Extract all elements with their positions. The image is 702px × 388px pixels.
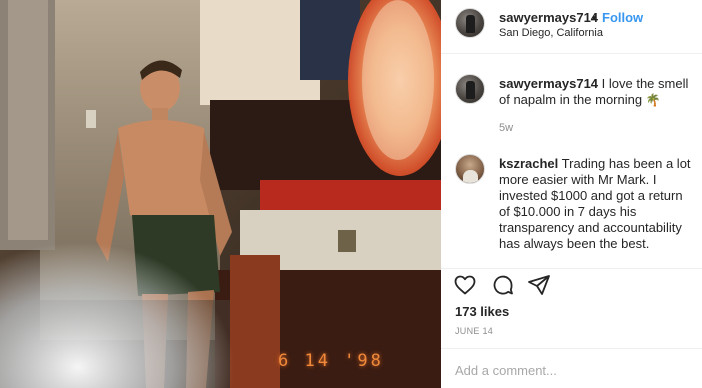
- share-icon[interactable]: [527, 273, 551, 297]
- author-username[interactable]: sawyermays714: [499, 10, 598, 25]
- palm-tree-emoji: 🌴: [645, 93, 661, 107]
- caption-age[interactable]: 5w: [499, 122, 513, 134]
- add-comment-bar: [441, 348, 702, 388]
- heart-icon[interactable]: [453, 273, 477, 297]
- commenter-username[interactable]: kszrachel: [499, 156, 558, 171]
- post-photo[interactable]: 6 14 '98: [0, 0, 441, 388]
- photo-illustration: [0, 0, 441, 388]
- comment-item: kszrachel Trading has been a lot more ea…: [441, 154, 702, 264]
- caption-text-block: sawyermays714 I love the smell of napalm…: [499, 76, 695, 108]
- caption-author-avatar[interactable]: [455, 74, 485, 104]
- action-bar: [441, 268, 702, 298]
- post-side-panel: sawyermays714 • Follow San Diego, Califo…: [441, 0, 702, 388]
- comment-input[interactable]: [455, 361, 687, 379]
- comment-icon[interactable]: [491, 273, 515, 297]
- likes-count[interactable]: 173 likes: [455, 304, 509, 319]
- post-location[interactable]: San Diego, California: [499, 27, 603, 39]
- comment-text-block: kszrachel Trading has been a lot more ea…: [499, 156, 695, 252]
- header-separator: •: [592, 10, 597, 25]
- photo-date-stamp: 6 14 '98: [278, 351, 384, 371]
- author-avatar[interactable]: [455, 8, 485, 38]
- follow-button[interactable]: Follow: [602, 10, 643, 25]
- post-header: sawyermays714 • Follow San Diego, Califo…: [441, 0, 702, 54]
- caption-block: sawyermays714 I love the smell of napalm…: [441, 74, 702, 144]
- caption-username[interactable]: sawyermays714: [499, 76, 598, 91]
- post-date[interactable]: JUNE 14: [455, 326, 493, 336]
- commenter-avatar[interactable]: [455, 154, 485, 184]
